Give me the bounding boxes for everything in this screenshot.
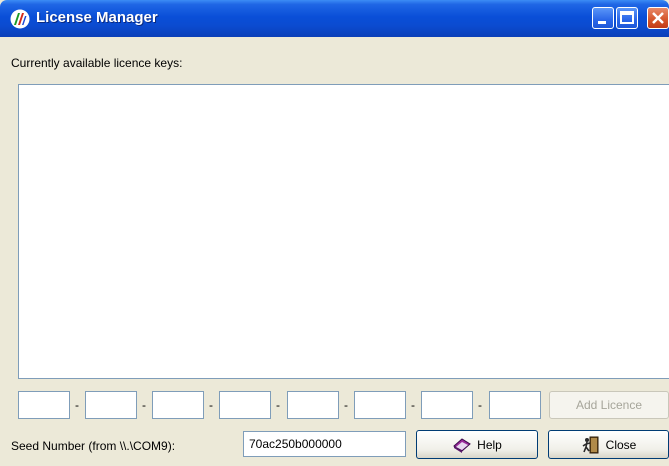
key-separator: - [344, 398, 348, 412]
help-book-icon [453, 437, 471, 453]
key-segment-1[interactable] [18, 391, 70, 419]
key-segment-5[interactable] [287, 391, 339, 419]
close-icon [652, 12, 664, 24]
key-segment-3[interactable] [152, 391, 204, 419]
seed-number-field[interactable]: 70ac250b000000 [243, 431, 406, 457]
add-licence-label: Add Licence [575, 398, 643, 412]
close-label: Close [605, 437, 637, 452]
close-window-button[interactable] [647, 7, 669, 29]
key-separator: - [411, 398, 415, 412]
key-segment-2[interactable] [85, 391, 137, 419]
add-licence-button[interactable]: Add Licence [549, 391, 669, 419]
title-bar[interactable]: License Manager [0, 0, 669, 37]
app-icon [10, 9, 30, 29]
key-separator: - [276, 398, 280, 412]
window-title: License Manager [36, 9, 158, 26]
key-separator: - [142, 398, 146, 412]
help-button[interactable]: Help [416, 430, 538, 459]
exit-door-icon [582, 436, 599, 453]
maximize-button[interactable] [616, 7, 638, 29]
key-segment-6[interactable] [354, 391, 406, 419]
licence-list-label: Currently available licence keys: [11, 56, 183, 70]
license-manager-window: License Manager Currently available lice… [0, 0, 669, 466]
key-segment-7[interactable] [421, 391, 473, 419]
minimize-icon [598, 21, 606, 24]
licence-keys-list[interactable] [18, 84, 669, 379]
maximize-icon [620, 11, 634, 24]
key-separator: - [209, 398, 213, 412]
key-segment-8[interactable] [489, 391, 541, 419]
key-separator: - [75, 398, 79, 412]
minimize-button[interactable] [592, 7, 614, 29]
close-button[interactable]: Close [548, 430, 669, 459]
key-separator: - [478, 398, 482, 412]
seed-number-label: Seed Number (from \\.\COM9): [11, 439, 176, 453]
key-segment-4[interactable] [219, 391, 271, 419]
help-label: Help [477, 437, 502, 452]
